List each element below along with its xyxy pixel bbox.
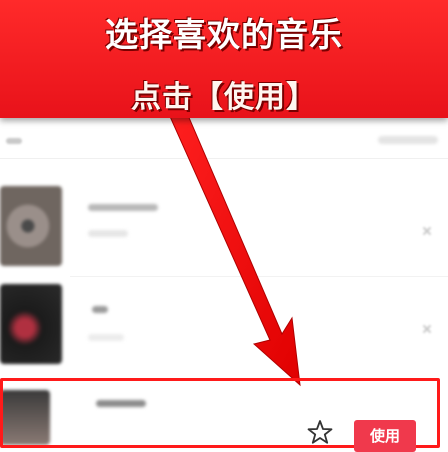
close-icon[interactable] xyxy=(422,324,432,334)
close-icon[interactable] xyxy=(422,226,432,236)
use-button[interactable]: 使用 xyxy=(354,420,416,452)
row-divider xyxy=(70,276,448,277)
list-header xyxy=(0,118,448,159)
instruction-banner: 选择喜欢的音乐 点击【使用】 xyxy=(0,0,448,118)
star-outline-icon[interactable] xyxy=(306,418,334,446)
track-artist-blurred xyxy=(88,334,124,341)
album-cover-thumbnail xyxy=(0,284,62,364)
list-item[interactable] xyxy=(0,168,448,266)
track-title-blurred xyxy=(92,306,108,313)
header-blur-left xyxy=(6,138,22,144)
track-artist-blurred xyxy=(88,230,128,237)
header-blur-right xyxy=(378,136,438,144)
banner-title: 选择喜欢的音乐 xyxy=(105,15,343,54)
banner-subtitle: 点击【使用】 xyxy=(131,80,317,115)
track-title-blurred xyxy=(88,204,158,211)
list-item[interactable] xyxy=(0,282,448,378)
album-cover-thumbnail xyxy=(0,186,62,266)
